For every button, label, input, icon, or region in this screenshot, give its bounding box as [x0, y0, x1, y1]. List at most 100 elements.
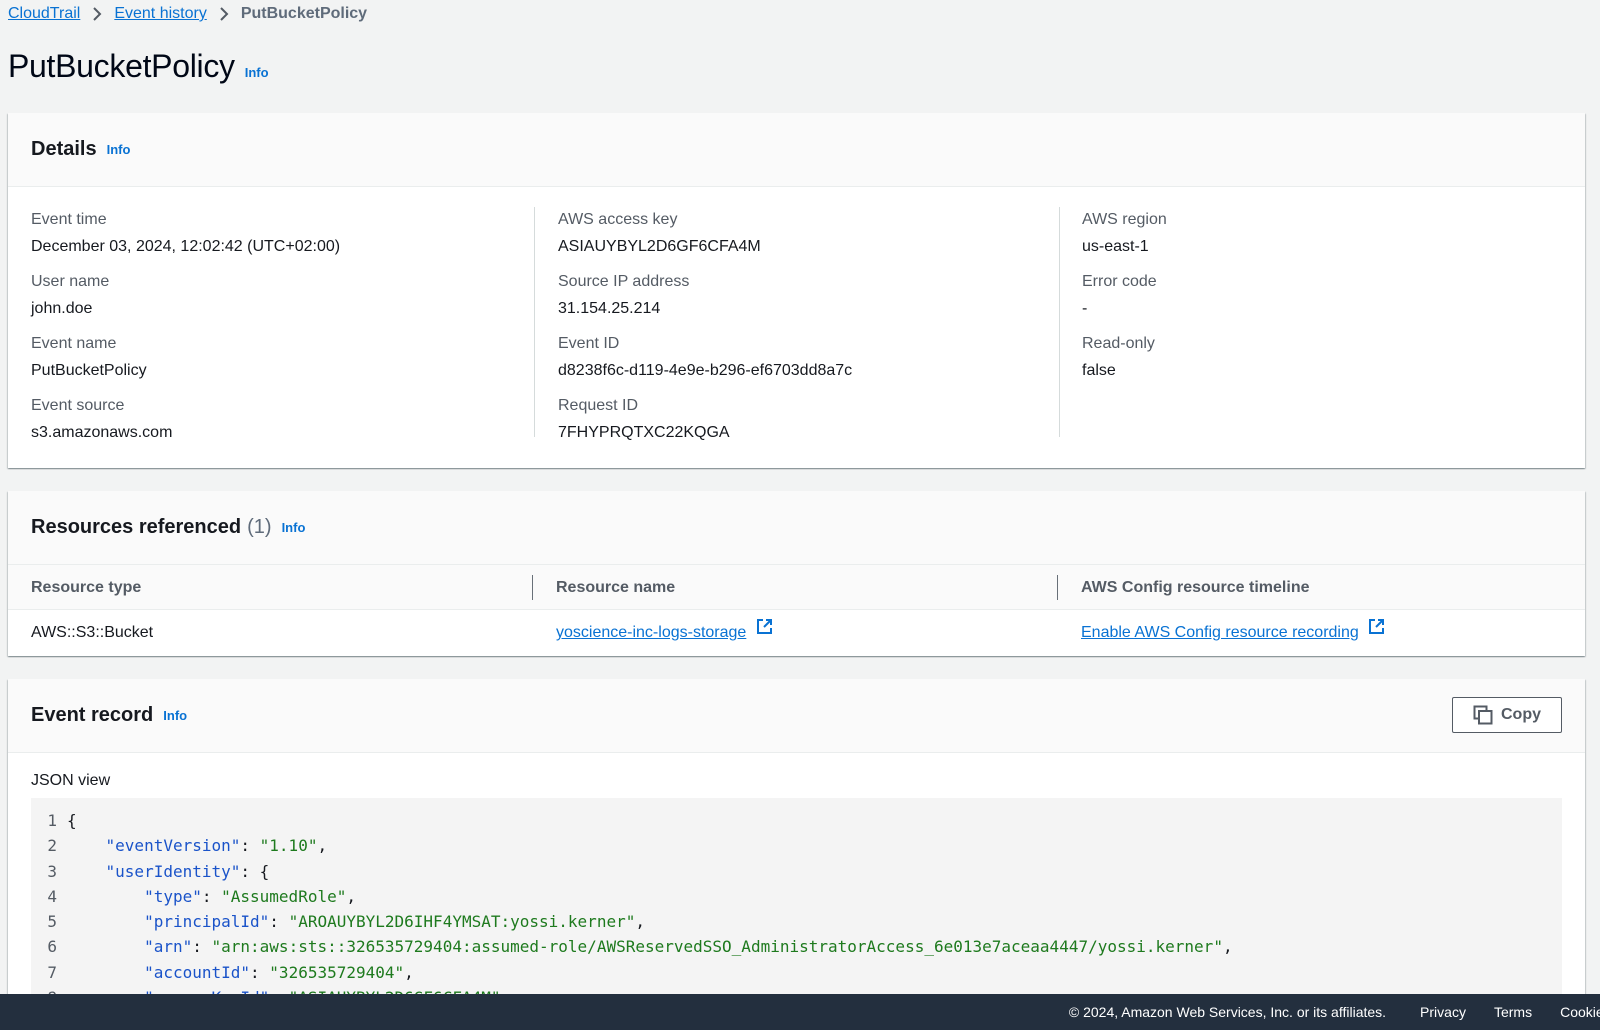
resources-title: Resources referenced	[31, 516, 242, 538]
json-key: "type"	[144, 886, 202, 906]
json-tail: ,	[635, 912, 645, 932]
read-only-field: Read-only false	[1082, 331, 1167, 393]
json-key: "arn"	[144, 937, 193, 957]
event-source-field: Event source s3.amazonaws.com	[31, 393, 340, 455]
config-timeline-cell: Enable AWS Config resource recording	[1081, 610, 1385, 655]
resources-table-header: Resource type Resource name AWS Config r…	[8, 565, 1585, 610]
details-panel: Details Info Event time December 03, 202…	[8, 113, 1585, 468]
code-line: 1{	[31, 808, 1562, 833]
error-code-label: Error code	[1082, 273, 1157, 290]
source-ip-label: Source IP address	[558, 273, 690, 290]
line-number: 1	[47, 811, 57, 830]
code-line: 7 "accountId": "326535729404",	[31, 960, 1562, 985]
event-source-label: Event source	[31, 397, 125, 414]
source-ip-value: 31.154.25.214	[558, 300, 661, 317]
breadcrumb-cloudtrail-link[interactable]: CloudTrail	[8, 5, 80, 23]
json-val: "arn:aws:sts::326535729404:assumed-role/…	[211, 937, 1223, 957]
event-source-value: s3.amazonaws.com	[31, 424, 173, 441]
page-info-link[interactable]: Info	[245, 65, 269, 80]
event-name-label: Event name	[31, 335, 117, 352]
json-code-editor[interactable]: 1{2 "eventVersion": "1.10", 3 "userIdenti…	[31, 798, 1562, 999]
json-sep: :	[269, 912, 289, 932]
external-link-icon[interactable]	[1368, 608, 1385, 653]
column-resizer[interactable]	[532, 575, 533, 600]
breadcrumb-current: PutBucketPolicy	[240, 5, 368, 22]
json-tail: {	[67, 811, 77, 830]
line-number: 5	[47, 912, 57, 932]
details-title: Details	[31, 138, 97, 160]
event-time-value: December 03, 2024, 12:02:42 (UTC+02:00)	[31, 238, 341, 255]
enable-config-recording-link[interactable]: Enable AWS Config resource recording	[1081, 624, 1359, 641]
event-id-field: Event ID d8238f6c-d119-4e9e-b296-ef6703d…	[558, 331, 852, 393]
event-id-value: d8238f6c-d119-4e9e-b296-ef6703dd8a7c	[558, 362, 853, 379]
event-record-title: Event record	[31, 704, 154, 726]
event-id-label: Event ID	[558, 335, 620, 352]
code-text: "eventVersion": "1.10",	[67, 833, 328, 858]
chevron-right-icon	[219, 7, 229, 21]
copy-button-label: Copy	[1501, 706, 1541, 723]
table-row: AWS::S3::Bucket yoscience-inc-logs-stora…	[8, 610, 1585, 655]
line-number: 7	[47, 962, 57, 982]
error-code-field: Error code -	[1082, 269, 1167, 331]
footer-privacy-link[interactable]: Privacy	[1420, 1004, 1466, 1020]
json-tail: ,	[404, 962, 414, 982]
column-resource-type[interactable]: Resource type	[31, 565, 141, 610]
code-text: "type": "AssumedRole",	[67, 884, 356, 909]
json-tail: {	[259, 861, 270, 881]
code-text: "principalId": "AROAUYBYL2D6IHF4YMSAT:yo…	[67, 909, 645, 934]
request-id-value: 7FHYPRQTXC22KQGA	[558, 424, 730, 441]
resources-header: Resources referenced (1) Info	[8, 491, 1585, 565]
footer: © 2024, Amazon Web Services, Inc. or its…	[0, 994, 1600, 1030]
resources-info-link[interactable]: Info	[282, 520, 306, 535]
column-divider	[534, 207, 535, 437]
line-number: 3	[47, 861, 57, 881]
page-header: PutBucketPolicy Info	[8, 48, 269, 85]
details-info-link[interactable]: Info	[107, 142, 131, 157]
details-header: Details Info	[8, 113, 1585, 187]
json-tail: ,	[317, 836, 328, 856]
column-resizer[interactable]	[1057, 575, 1058, 600]
resource-name-link[interactable]: yoscience-inc-logs-storage	[556, 624, 746, 641]
json-val: "AssumedRole"	[221, 886, 347, 906]
json-tail: ,	[346, 886, 356, 906]
event-record-panel: Event record Info Copy JSON view 1{2 "ev…	[8, 679, 1585, 999]
column-config-timeline[interactable]: AWS Config resource timeline	[1081, 565, 1309, 610]
breadcrumb-event-history-link[interactable]: Event history	[114, 5, 206, 23]
request-id-label: Request ID	[558, 397, 639, 414]
page-title: PutBucketPolicy	[8, 48, 235, 84]
resources-count: (1)	[247, 516, 272, 538]
details-body: Event time December 03, 2024, 12:02:42 (…	[8, 187, 1585, 467]
json-view-label: JSON view	[31, 772, 111, 789]
resource-type-cell: AWS::S3::Bucket	[31, 624, 154, 641]
copy-button[interactable]: Copy	[1452, 697, 1562, 733]
chevron-right-icon	[92, 7, 102, 21]
event-record-info-link[interactable]: Info	[163, 708, 187, 723]
event-time-label: Event time	[31, 211, 107, 228]
footer-terms-link[interactable]: Terms	[1494, 1004, 1532, 1020]
access-key-label: AWS access key	[558, 211, 678, 228]
footer-cookie-link[interactable]: Cookie pr	[1560, 1004, 1600, 1020]
copy-icon	[1473, 705, 1493, 725]
details-column-3: AWS region us-east-1 Error code - Read-o…	[1082, 207, 1167, 393]
json-val: "1.10"	[259, 836, 318, 856]
breadcrumb: CloudTrail Event history PutBucketPolicy	[8, 2, 367, 26]
code-line: 4 "type": "AssumedRole",	[31, 884, 1562, 909]
code-text: "arn": "arn:aws:sts::326535729404:assume…	[67, 934, 1233, 959]
user-name-field: User name john.doe	[31, 269, 340, 331]
details-column-2: AWS access key ASIAUYBYL2D6GF6CFA4M Sour…	[558, 207, 852, 455]
event-record-header: Event record Info Copy	[8, 679, 1585, 753]
error-code-value: -	[1082, 300, 1088, 317]
json-val: "326535729404"	[269, 962, 405, 982]
column-resource-name[interactable]: Resource name	[556, 565, 675, 610]
region-value: us-east-1	[1082, 238, 1149, 255]
footer-copyright: © 2024, Amazon Web Services, Inc. or its…	[1068, 1004, 1387, 1020]
column-divider	[1059, 207, 1060, 437]
code-text: {	[67, 808, 77, 833]
external-link-icon[interactable]	[756, 608, 773, 653]
code-text: "userIdentity": {	[67, 859, 270, 884]
json-key: "accountId"	[144, 962, 251, 982]
